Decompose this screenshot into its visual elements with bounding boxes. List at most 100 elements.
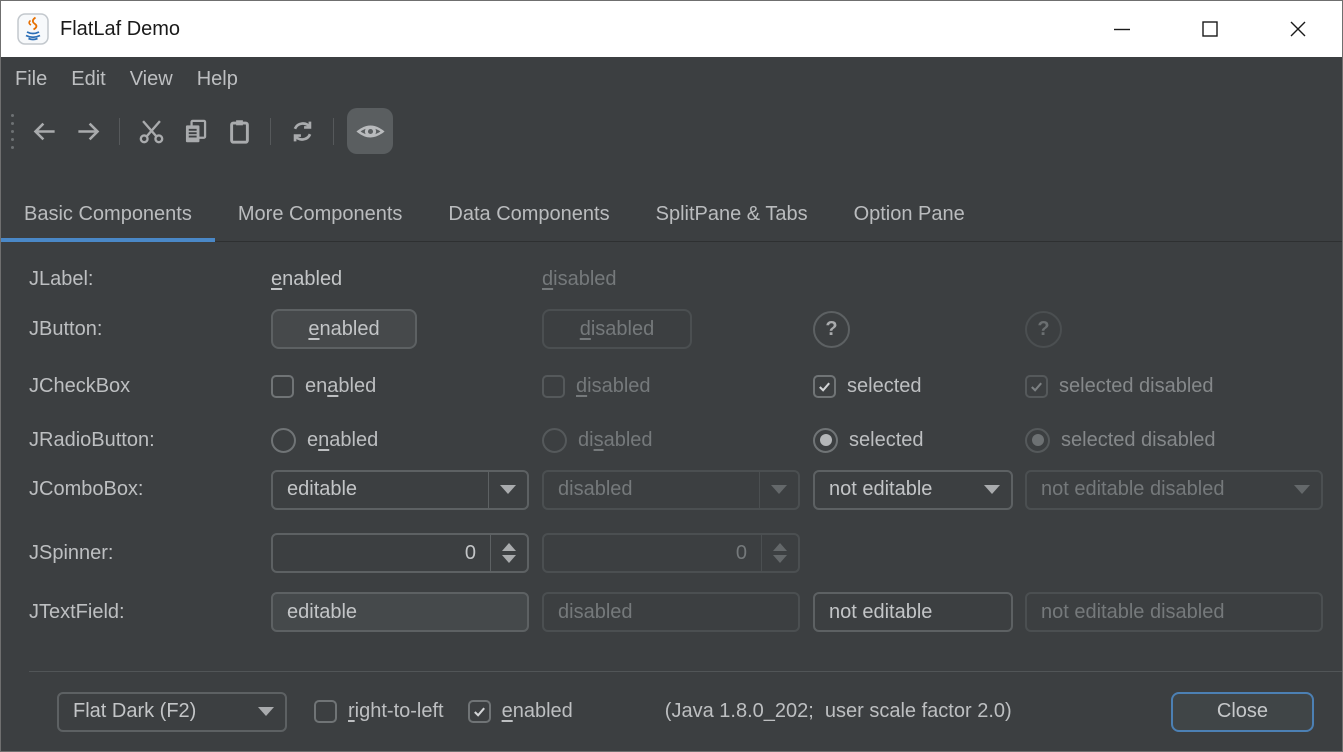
jbutton-row-label: JButton: — [29, 318, 271, 341]
spinner-down-icon — [502, 555, 516, 563]
look-and-feel-combobox[interactable]: Flat Dark (F2) — [57, 692, 287, 732]
tab-data-components[interactable]: Data Components — [425, 187, 632, 241]
basic-components-panel: JLabel: enabled disabled JButton: enable… — [1, 242, 1342, 751]
copy-button[interactable] — [177, 113, 213, 149]
chevron-down-icon — [760, 485, 798, 494]
check-icon — [817, 379, 832, 394]
checkbox-box[interactable] — [271, 375, 294, 398]
textfield-disabled: disabled — [542, 592, 800, 632]
bottom-bar: Flat Dark (F2) right-to-left enabled (Ja… — [29, 671, 1342, 751]
checkbox-box-checked — [1025, 375, 1048, 398]
back-button[interactable] — [26, 113, 62, 149]
java-icon — [17, 13, 49, 45]
jcheckbox-row: JCheckBox enabled disabled selected sele… — [29, 356, 1342, 416]
jcombobox-row-label: JComboBox: — [29, 478, 271, 501]
combobox-editable[interactable]: editable — [271, 470, 529, 510]
checkbox-selected[interactable]: selected — [813, 375, 1025, 398]
tabs-bar: Basic Components More Components Data Co… — [1, 187, 1342, 242]
tab-splitpane-tabs[interactable]: SplitPane & Tabs — [633, 187, 831, 241]
spinner-enabled[interactable]: 0 — [271, 533, 529, 573]
textfield-not-editable[interactable]: not editable — [813, 592, 1013, 632]
minimize-icon — [1111, 18, 1133, 40]
checkbox-box-checked[interactable] — [468, 700, 491, 723]
checkbox-enabled[interactable]: enabled — [271, 375, 542, 398]
chevron-down-icon[interactable] — [973, 485, 1011, 494]
spinner-arrows — [762, 543, 798, 563]
title-bar: FlatLaf Demo — [1, 1, 1342, 57]
cut-icon — [138, 118, 165, 145]
chevron-down-icon — [1283, 485, 1321, 494]
check-icon — [472, 704, 487, 719]
spinner-up-icon — [773, 543, 787, 551]
spinner-down-icon — [773, 555, 787, 563]
jradiobutton-row-label: JRadioButton: — [29, 429, 271, 452]
show-hover-effects-toggle[interactable] — [347, 108, 393, 154]
radio-circle — [542, 428, 567, 453]
back-icon — [31, 118, 58, 145]
toolbar-separator — [119, 118, 120, 145]
jradiobutton-row: JRadioButton: enabled disabled selected … — [29, 416, 1342, 464]
jspinner-row-label: JSpinner: — [29, 542, 271, 565]
spinner-arrows[interactable] — [491, 543, 527, 563]
menu-bar: File Edit View Help — [1, 57, 1342, 101]
radio-circle-selected — [1025, 428, 1050, 453]
menu-file[interactable]: File — [3, 57, 59, 101]
radio-selected[interactable]: selected — [813, 428, 1025, 453]
chevron-down-icon[interactable] — [489, 485, 527, 494]
help-button[interactable]: ? — [813, 311, 850, 348]
checkbox-disabled: disabled — [542, 375, 813, 398]
close-icon — [1287, 18, 1309, 40]
refresh-button[interactable] — [284, 113, 320, 149]
menu-help[interactable]: Help — [185, 57, 250, 101]
check-icon — [1029, 379, 1044, 394]
flatlaf-demo-window: FlatLaf Demo File Edit View Help — [0, 0, 1343, 752]
combobox-not-editable-disabled: not editable disabled — [1025, 470, 1323, 510]
minimize-button[interactable] — [1078, 1, 1166, 57]
jlabel-enabled: enabled — [271, 268, 542, 291]
radio-circle-selected[interactable] — [813, 428, 838, 453]
forward-button[interactable] — [70, 113, 106, 149]
checkbox-selected-disabled: selected disabled — [1025, 375, 1342, 398]
copy-icon — [182, 118, 209, 145]
jlabel-disabled: disabled — [542, 268, 813, 291]
tab-more-components[interactable]: More Components — [215, 187, 426, 241]
jlabel-row-label: JLabel: — [29, 268, 271, 291]
enabled-checkbox[interactable]: enabled — [468, 700, 573, 723]
enabled-button[interactable]: enabled — [271, 309, 417, 349]
chevron-down-icon[interactable] — [247, 707, 285, 716]
maximize-icon — [1199, 18, 1221, 40]
toolbar-grip[interactable] — [11, 114, 14, 149]
checkbox-box-checked[interactable] — [813, 375, 836, 398]
radio-circle[interactable] — [271, 428, 296, 453]
radio-enabled[interactable]: enabled — [271, 428, 542, 453]
textfield-editable[interactable]: editable — [271, 592, 529, 632]
combobox-disabled: disabled — [542, 470, 800, 510]
tab-basic-components[interactable]: Basic Components — [1, 187, 215, 241]
paste-icon — [226, 118, 253, 145]
radio-selected-disabled: selected disabled — [1025, 428, 1342, 453]
jcombobox-row: JComboBox: editable disabled not editabl… — [29, 464, 1342, 526]
disabled-button: disabled — [542, 309, 692, 349]
menu-edit[interactable]: Edit — [59, 57, 117, 101]
toolbar-separator — [270, 118, 271, 145]
tab-option-pane[interactable]: Option Pane — [831, 187, 988, 241]
close-button[interactable]: Close — [1171, 692, 1314, 732]
maximize-button[interactable] — [1166, 1, 1254, 57]
close-window-button[interactable] — [1254, 1, 1342, 57]
refresh-icon — [289, 118, 316, 145]
java-version-info: (Java 1.8.0_202; user scale factor 2.0) — [665, 700, 1012, 723]
menu-view[interactable]: View — [118, 57, 185, 101]
jtextfield-row: JTextField: editable disabled not editab… — [29, 580, 1342, 644]
eye-icon — [356, 117, 385, 146]
jbutton-row: JButton: enabled disabled ? ? — [29, 302, 1342, 356]
combobox-not-editable[interactable]: not editable — [813, 470, 1013, 510]
right-to-left-checkbox[interactable]: right-to-left — [314, 700, 444, 723]
jspinner-row: JSpinner: 0 0 — [29, 526, 1342, 580]
paste-button[interactable] — [221, 113, 257, 149]
spinner-disabled: 0 — [542, 533, 800, 573]
checkbox-box[interactable] — [314, 700, 337, 723]
checkbox-box — [542, 375, 565, 398]
jlabel-row: JLabel: enabled disabled — [29, 256, 1342, 302]
cut-button[interactable] — [133, 113, 169, 149]
help-button-disabled: ? — [1025, 311, 1062, 348]
